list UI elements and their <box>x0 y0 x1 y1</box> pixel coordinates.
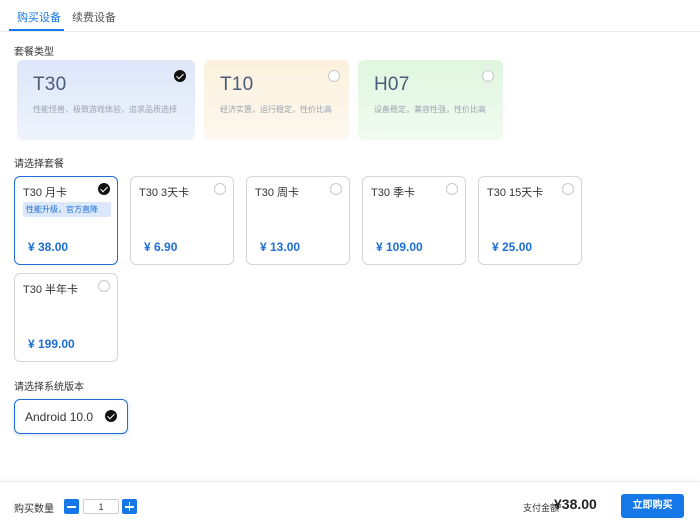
package-card-t30[interactable]: T30 性能怪兽，极致游戏体验，追求品质选择 <box>17 60 195 140</box>
choose-system-heading: 请选择系统版本 <box>14 382 84 393</box>
plan-price: ¥ 38.00 <box>28 240 69 254</box>
plan-card-15day[interactable]: T30 15天卡 ¥ 25.00 <box>478 176 582 265</box>
tabs-divider <box>0 31 700 32</box>
unchecked-radio-icon <box>446 183 458 195</box>
package-name: T30 <box>33 74 67 95</box>
plan-name: T30 月卡 <box>23 187 68 199</box>
quantity-input[interactable] <box>83 499 119 514</box>
quantity-label: 购买数量 <box>14 504 54 515</box>
tab-bar: 购买设备 续费设备 <box>0 0 700 32</box>
pay-amount: ¥38.00 <box>554 496 597 512</box>
buy-now-button[interactable]: 立即购买 <box>621 494 684 518</box>
checkout-footer: 购买数量 支付金额 ¥38.00 立即购买 <box>0 481 700 527</box>
plan-card-halfyear[interactable]: T30 半年卡 ¥ 199.00 <box>14 273 118 362</box>
plan-card-monthly[interactable]: T30 月卡 性能升级，官方直降 ¥ 38.00 <box>14 176 118 265</box>
plan-card-3day[interactable]: T30 3天卡 ¥ 6.90 <box>130 176 234 265</box>
package-card-h07[interactable]: H07 设备稳定，兼容性强，性价比高 <box>358 60 503 140</box>
plan-name: T30 半年卡 <box>23 284 79 296</box>
plan-price: ¥ 199.00 <box>28 337 75 351</box>
plan-price: ¥ 6.90 <box>144 240 178 254</box>
system-option-android-10[interactable]: Android 10.0 <box>14 399 128 434</box>
unchecked-radio-icon <box>214 183 226 195</box>
tab-buy-device[interactable]: 购买设备 <box>17 9 61 25</box>
quantity-increase-button[interactable] <box>122 499 137 514</box>
package-desc: 经济实惠，运行稳定，性价比高 <box>220 105 332 114</box>
plan-name: T30 周卡 <box>255 187 300 199</box>
plan-name: T30 3天卡 <box>139 187 190 199</box>
unchecked-radio-icon <box>482 70 494 82</box>
package-type-heading: 套餐类型 <box>14 47 54 58</box>
package-card-t10[interactable]: T10 经济实惠，运行稳定，性价比高 <box>204 60 349 140</box>
checked-icon <box>174 70 186 82</box>
unchecked-radio-icon <box>562 183 574 195</box>
unchecked-radio-icon <box>98 280 110 292</box>
plan-name: T30 15天卡 <box>487 187 544 199</box>
package-desc: 性能怪兽，极致游戏体验，追求品质选择 <box>33 105 177 114</box>
plan-price: ¥ 25.00 <box>492 240 533 254</box>
quantity-decrease-button[interactable] <box>64 499 79 514</box>
plan-card-weekly[interactable]: T30 周卡 ¥ 13.00 <box>246 176 350 265</box>
plan-price: ¥ 13.00 <box>260 240 301 254</box>
plan-name: T30 季卡 <box>371 187 416 199</box>
tab-renew-device[interactable]: 续费设备 <box>72 9 116 25</box>
unchecked-radio-icon <box>328 70 340 82</box>
system-label: Android 10.0 <box>25 410 94 424</box>
package-desc: 设备稳定，兼容性强，性价比高 <box>374 105 486 114</box>
plan-promo-tag: 性能升级，官方直降 <box>23 202 111 217</box>
plan-card-quarterly[interactable]: T30 季卡 ¥ 109.00 <box>362 176 466 265</box>
unchecked-radio-icon <box>330 183 342 195</box>
checked-icon <box>98 183 110 195</box>
plan-price: ¥ 109.00 <box>376 240 423 254</box>
checked-icon <box>105 410 117 422</box>
choose-plan-heading: 请选择套餐 <box>14 159 64 170</box>
